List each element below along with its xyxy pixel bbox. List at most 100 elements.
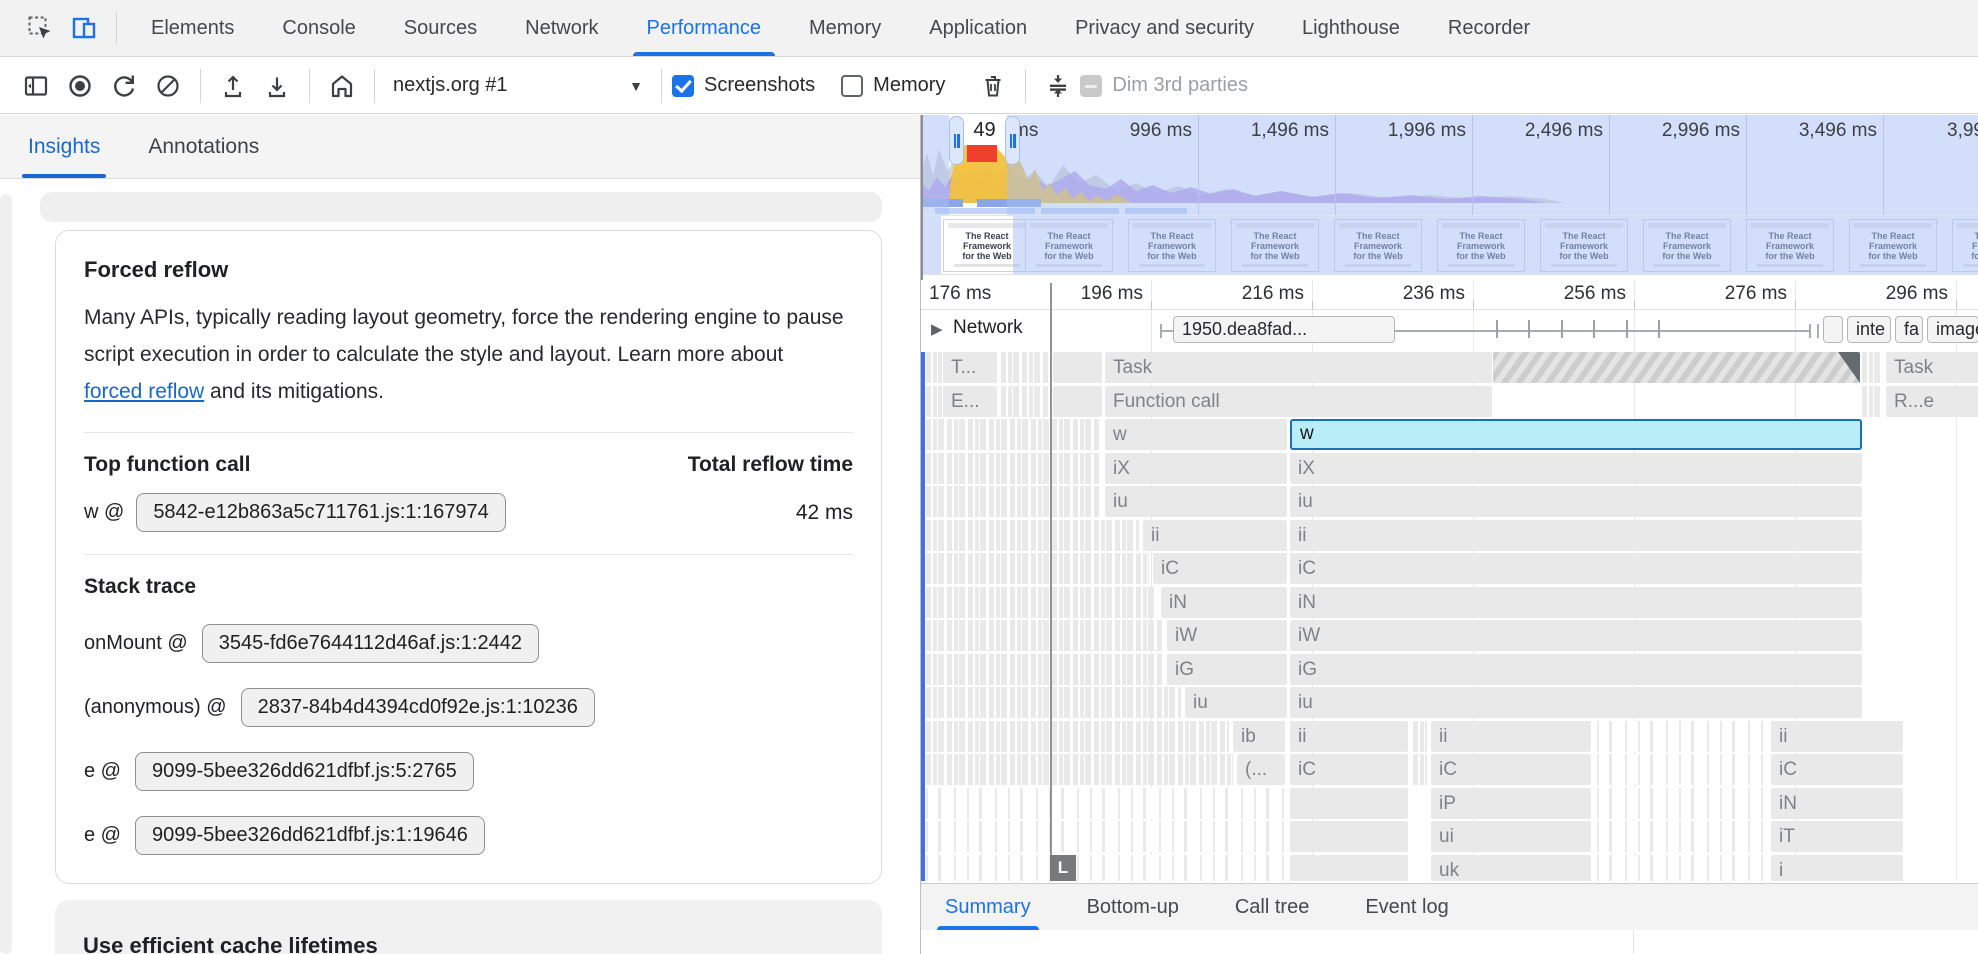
flame-bar[interactable] <box>1290 855 1408 881</box>
flame-fragments[interactable] <box>1597 788 1765 819</box>
tab-lighthouse[interactable]: Lighthouse <box>1278 0 1424 56</box>
forced-reflow-link[interactable]: forced reflow <box>84 380 204 403</box>
flame-bar[interactable]: i <box>1771 855 1903 881</box>
flame-bar[interactable]: iN <box>1290 587 1862 618</box>
flame-bar[interactable]: iX <box>1105 453 1287 484</box>
flame-fragments[interactable] <box>926 587 1157 618</box>
reload-record-icon[interactable] <box>102 64 146 108</box>
flame-fragments[interactable] <box>926 821 1284 852</box>
source-location-chip[interactable]: 9099-5bee326dd621dfbf.js:5:2765 <box>135 752 474 791</box>
flame-fragments[interactable] <box>1597 721 1765 752</box>
network-request-chip[interactable]: inte <box>1847 316 1891 343</box>
cache-lifetimes-card[interactable]: Use efficient cache lifetimes <box>55 900 882 954</box>
network-request-chip[interactable]: fa <box>1895 316 1923 343</box>
inspect-icon[interactable] <box>18 6 62 50</box>
flame-bar[interactable]: iN <box>1161 587 1287 618</box>
flame-bar[interactable]: ii <box>1143 520 1287 551</box>
flame-fragments[interactable] <box>1597 754 1765 785</box>
disclosure-triangle-icon[interactable]: ▶ <box>931 320 943 338</box>
screenshots-label[interactable]: Screenshots <box>704 74 815 97</box>
tab-application[interactable]: Application <box>905 0 1051 56</box>
flame-bar[interactable]: E... <box>943 386 997 417</box>
flame-bar[interactable]: iW <box>1167 620 1287 651</box>
flame-bar[interactable]: ii <box>1290 520 1862 551</box>
tab-memory[interactable]: Memory <box>785 0 905 56</box>
flame-fragments[interactable] <box>1413 721 1427 752</box>
flame-fragments[interactable] <box>1001 352 1049 383</box>
flame-fragments[interactable] <box>1862 352 1883 383</box>
tab-privacy-and-security[interactable]: Privacy and security <box>1051 0 1278 56</box>
flame-bar[interactable]: w <box>1105 419 1287 450</box>
flame-fragments[interactable] <box>926 386 942 417</box>
flame-bar[interactable]: Task <box>1886 352 1978 383</box>
flame-bar[interactable]: iC <box>1431 754 1591 785</box>
sidebar-tab-annotations[interactable]: Annotations <box>148 115 259 178</box>
flame-fragments[interactable] <box>926 654 1163 685</box>
flame-fragments[interactable] <box>926 419 1100 450</box>
flame-fragments[interactable] <box>926 352 942 383</box>
flame-fragments[interactable] <box>1597 821 1765 852</box>
download-profile-icon[interactable] <box>255 64 299 108</box>
flame-bar[interactable]: iu <box>1105 486 1287 517</box>
upload-profile-icon[interactable] <box>211 64 255 108</box>
network-request-chip[interactable] <box>1823 316 1843 343</box>
flame-bar[interactable]: ui <box>1431 821 1591 852</box>
record-icon[interactable] <box>58 64 102 108</box>
tab-performance[interactable]: Performance <box>623 0 786 56</box>
flame-bar[interactable]: iC <box>1290 553 1862 584</box>
flame-bar[interactable]: iN <box>1771 788 1903 819</box>
flame-bar[interactable]: iG <box>1290 654 1862 685</box>
details-tab-bottom-up[interactable]: Bottom-up <box>1087 884 1179 930</box>
device-toolbar-icon[interactable] <box>62 6 106 50</box>
tab-recorder[interactable]: Recorder <box>1424 0 1554 56</box>
history-dropdown[interactable]: nextjs.org #1 ▼ <box>393 74 643 97</box>
network-request-chip[interactable]: image <box>1927 316 1978 343</box>
flame-fragments[interactable] <box>926 721 1229 752</box>
details-tab-event-log[interactable]: Event log <box>1365 884 1448 930</box>
flame-bar[interactable]: Function call <box>1105 386 1492 417</box>
memory-checkbox[interactable] <box>841 75 863 97</box>
flame-fragments[interactable] <box>926 788 1284 819</box>
network-request-chip[interactable]: 1950.dea8fad... <box>1173 316 1395 343</box>
details-tab-summary[interactable]: Summary <box>945 884 1031 930</box>
flame-fragments[interactable] <box>926 687 1181 718</box>
sidebar-tab-insights[interactable]: Insights <box>28 115 100 178</box>
flame-bar[interactable]: ii <box>1290 721 1408 752</box>
source-location-chip[interactable]: 9099-5bee326dd621dfbf.js:1:19646 <box>135 816 485 855</box>
memory-label[interactable]: Memory <box>873 74 945 97</box>
timeline-minimap[interactable]: 49 ms996 ms1,496 ms1,996 ms2,496 ms2,996… <box>921 115 1978 215</box>
flame-fragments[interactable] <box>926 453 1100 484</box>
flame-bar[interactable]: iG <box>1167 654 1287 685</box>
flame-bar[interactable] <box>1053 386 1102 417</box>
flame-fragments[interactable] <box>1597 855 1765 881</box>
flame-bar[interactable]: ii <box>1771 721 1903 752</box>
toggle-sidebar-icon[interactable] <box>14 64 58 108</box>
source-location-chip[interactable]: 5842-e12b863a5c711761.js:1:167974 <box>136 493 506 532</box>
collapse-sections-icon[interactable] <box>1036 64 1080 108</box>
flame-fragments[interactable] <box>926 855 1284 881</box>
source-location-chip[interactable]: 3545-fd6e7644112d46af.js:1:2442 <box>202 624 539 663</box>
source-location-chip[interactable]: 2837-84b4d4394cd0f92e.js:1:10236 <box>241 688 595 727</box>
screenshots-checkbox[interactable] <box>672 75 694 97</box>
flame-bar[interactable]: ii <box>1431 721 1591 752</box>
flame-bar[interactable]: ib <box>1233 721 1285 752</box>
selection-handle-right[interactable] <box>1005 116 1020 165</box>
flame-bar[interactable] <box>1053 352 1102 383</box>
tab-sources[interactable]: Sources <box>380 0 501 56</box>
flame-bar[interactable]: (... <box>1237 754 1285 785</box>
flame-fragments[interactable] <box>1001 386 1049 417</box>
flame-bar[interactable]: iW <box>1290 620 1862 651</box>
dim-third-parties-checkbox[interactable] <box>1080 75 1102 97</box>
clear-icon[interactable] <box>146 64 190 108</box>
flame-bar[interactable]: iC <box>1153 553 1287 584</box>
flame-fragments[interactable] <box>926 754 1233 785</box>
flame-fragments[interactable] <box>926 520 1139 551</box>
details-tab-call-tree[interactable]: Call tree <box>1235 884 1309 930</box>
collect-garbage-icon[interactable] <box>971 64 1015 108</box>
flame-bar[interactable] <box>1290 788 1408 819</box>
flame-bar[interactable]: iC <box>1771 754 1903 785</box>
flame-bar[interactable]: iT <box>1771 821 1903 852</box>
network-track-label[interactable]: Network <box>953 317 1023 339</box>
flame-bar[interactable] <box>1290 821 1408 852</box>
lcp-badge[interactable]: L <box>1050 855 1076 881</box>
